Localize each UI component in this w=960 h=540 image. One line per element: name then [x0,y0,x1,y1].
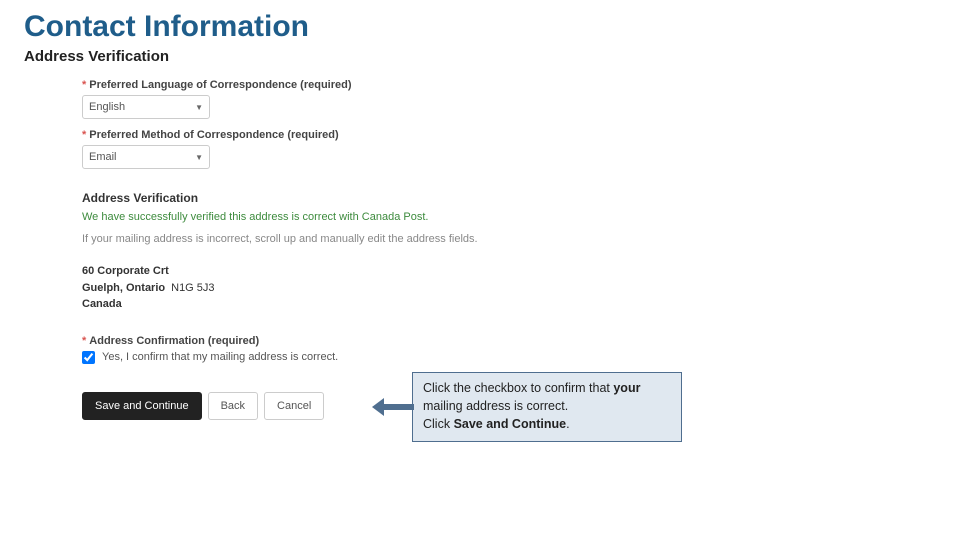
callout-text: . [566,417,569,431]
chevron-down-icon: ▼ [195,153,203,162]
save-continue-button[interactable]: Save and Continue [82,392,202,420]
address-block: 60 Corporate Crt Guelph, OntarioN1G 5J3 … [82,263,602,313]
address-line1: 60 Corporate Crt [82,263,602,280]
slide-subtitle: Address Verification [24,48,936,65]
address-city: Guelph, Ontario [82,282,165,294]
confirm-text: Yes, I confirm that my mailing address i… [102,351,338,363]
callout-text: mailing address is correct. [423,399,568,413]
callout-text: Click [423,417,454,431]
slide-title: Contact Information [24,10,936,44]
instruction-callout: Click the checkbox to confirm that your … [412,372,682,442]
callout-bold: your [613,381,640,395]
lang-label: *Preferred Language of Correspondence (r… [82,79,602,91]
lang-select[interactable]: English ▼ [82,95,210,119]
confirm-label-text: Address Confirmation (required) [89,335,259,347]
method-select-value: Email [89,151,117,163]
address-line2: Guelph, Ontario N1G 5J3 [82,280,602,297]
instruction-callout-wrap: Click the checkbox to confirm that your … [372,372,682,442]
chevron-down-icon: ▼ [195,103,203,112]
cancel-button[interactable]: Cancel [264,392,324,420]
back-button[interactable]: Back [208,392,258,420]
help-text: If your mailing address is incorrect, sc… [82,233,602,245]
verified-message: We have successfully verified this addre… [82,211,602,223]
address-postal: N1G 5J3 [171,282,214,294]
callout-bold: Save and Continue [454,417,567,431]
confirm-label: *Address Confirmation (required) [82,335,602,347]
required-star-icon: * [82,79,86,91]
required-star-icon: * [82,129,86,141]
address-country: Canada [82,296,602,313]
confirm-row: Yes, I confirm that my mailing address i… [82,351,602,364]
method-select[interactable]: Email ▼ [82,145,210,169]
method-label-text: Preferred Method of Correspondence (requ… [89,129,338,141]
lang-select-value: English [89,101,125,113]
lang-label-text: Preferred Language of Correspondence (re… [89,79,351,91]
form-screenshot: *Preferred Language of Correspondence (r… [24,79,602,420]
verification-heading: Address Verification [82,191,602,205]
left-arrow-icon [372,398,414,416]
callout-line1: Click the checkbox to confirm that your … [423,379,671,415]
confirm-checkbox[interactable] [82,351,95,364]
method-label: *Preferred Method of Correspondence (req… [82,129,602,141]
callout-text: Click the checkbox to confirm that [423,381,613,395]
required-star-icon: * [82,335,86,347]
callout-line2: Click Save and Continue. [423,415,671,433]
